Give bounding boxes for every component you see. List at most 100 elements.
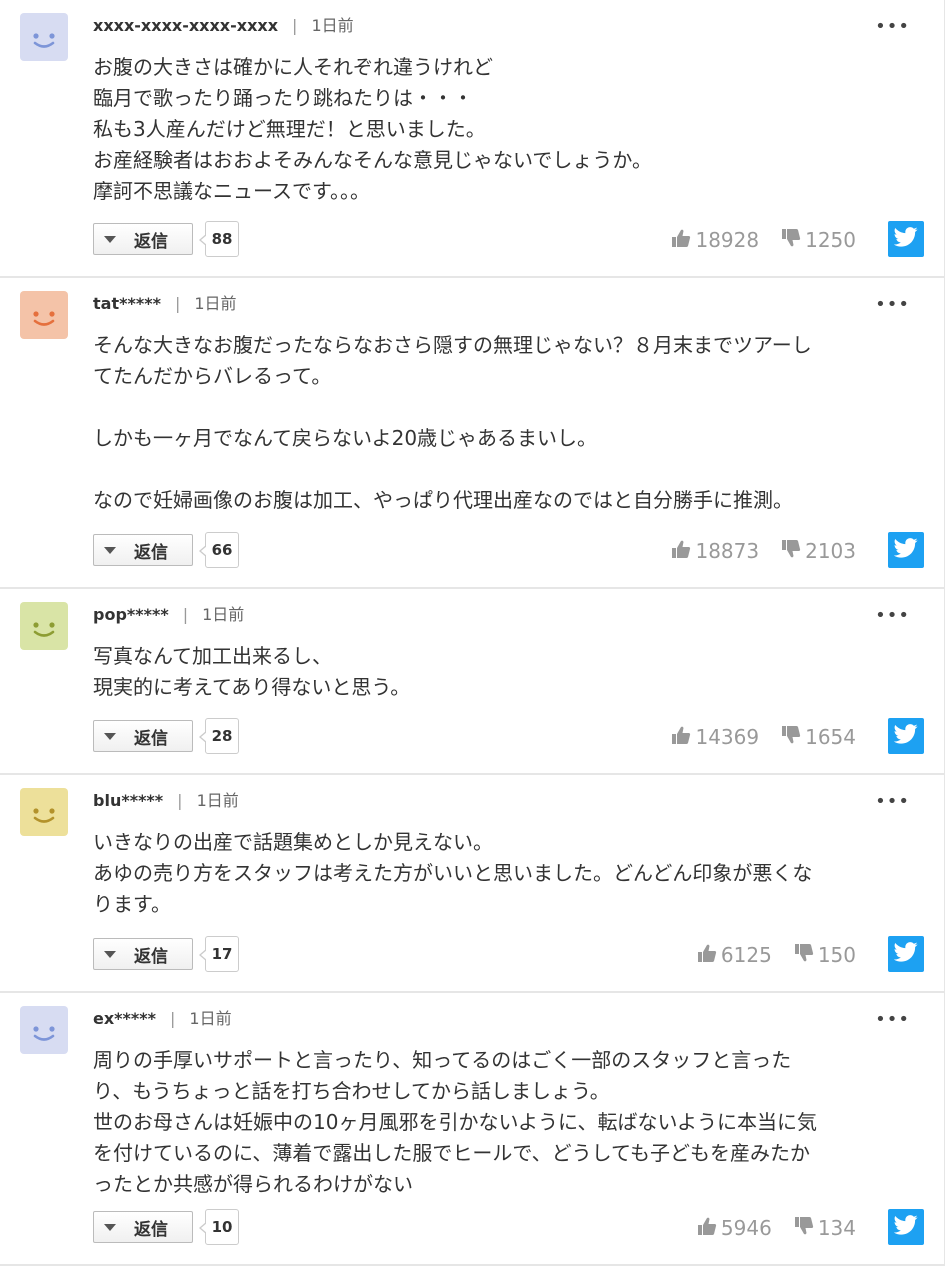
comment-text: 周りの手厚いサポートと言ったり、知ってるのはごく一部のスタッフと言った り、もう… <box>93 1048 818 1196</box>
dislike-button[interactable]: 2103 <box>781 539 856 564</box>
author-name[interactable]: ex***** <box>93 1009 156 1028</box>
comment-text: 写真なんて加工出来るし、 現実的に考えてあり得ないと思う。 <box>93 644 411 699</box>
like-button[interactable]: 18928 <box>671 228 759 253</box>
caret-down-icon <box>104 236 116 243</box>
more-options-icon[interactable]: ••• <box>875 294 910 315</box>
comment-text: いきなりの出産で話題集めとしか見えない。 あゆの売り方をスタッフは考えた方がいい… <box>93 830 813 916</box>
comment-footer: 返信 66 18873 2103 <box>93 532 924 572</box>
reply-label: 返信 <box>134 543 168 563</box>
avatar[interactable] <box>20 13 68 61</box>
twitter-icon <box>893 538 918 562</box>
like-button[interactable]: 6125 <box>697 943 772 968</box>
dislike-count: 150 <box>817 943 856 967</box>
like-count: 6125 <box>720 943 772 967</box>
thumbs-up-icon <box>671 725 695 750</box>
dislike-button[interactable]: 150 <box>794 943 856 968</box>
timestamp: 1日前 <box>194 294 237 313</box>
comment-footer: 返信 28 14369 1654 <box>93 718 924 758</box>
author-name[interactable]: xxxx-xxxx-xxxx-xxxx <box>93 16 278 35</box>
comment-footer: 返信 88 18928 1250 <box>93 221 924 261</box>
comment-item: pop***** | 1日前 ••• 写真なんて加工出来るし、 現実的に考えてあり得ない… <box>0 589 944 775</box>
thumbs-up-icon <box>671 228 695 253</box>
author-name[interactable]: pop***** <box>93 605 169 624</box>
twitter-icon <box>893 227 918 251</box>
caret-down-icon <box>104 547 116 554</box>
reply-count[interactable]: 28 <box>199 718 239 754</box>
comment-footer: 返信 17 6125 150 <box>93 936 924 976</box>
reply-button[interactable]: 返信 <box>93 534 193 566</box>
thumbs-down-icon <box>794 943 818 968</box>
vote-area: 6125 150 <box>675 939 856 971</box>
reply-label: 返信 <box>134 1220 168 1240</box>
reply-button[interactable]: 返信 <box>93 1211 193 1243</box>
like-button[interactable]: 14369 <box>671 725 759 750</box>
twitter-share-button[interactable] <box>888 1209 924 1245</box>
reply-label: 返信 <box>134 947 168 967</box>
reply-button[interactable]: 返信 <box>93 720 193 752</box>
separator: | <box>182 605 189 624</box>
author-name[interactable]: blu***** <box>93 791 163 810</box>
thumbs-down-icon <box>781 725 805 750</box>
caret-down-icon <box>104 1224 116 1231</box>
vote-area: 18873 2103 <box>649 535 856 567</box>
vote-area: 14369 1654 <box>649 721 856 753</box>
comment-header: xxxx-xxxx-xxxx-xxxx | 1日前 <box>93 14 354 38</box>
dislike-button[interactable]: 1250 <box>781 228 856 253</box>
twitter-share-button[interactable] <box>888 718 924 754</box>
reply-button[interactable]: 返信 <box>93 223 193 255</box>
separator: | <box>177 791 183 810</box>
author-name[interactable]: tat***** <box>93 294 161 313</box>
dislike-button[interactable]: 1654 <box>781 725 856 750</box>
reply-label: 返信 <box>134 729 168 749</box>
comment-text: そんな大きなお腹だったならなおさら隠すの無理じゃない？８月末までツアーし てたん… <box>93 333 812 512</box>
comment-header: ex***** | 1日前 <box>93 1007 232 1031</box>
comment-header: blu***** | 1日前 <box>93 789 239 813</box>
separator: | <box>292 16 298 35</box>
twitter-share-button[interactable] <box>888 221 924 257</box>
vote-area: 5946 134 <box>675 1212 856 1244</box>
twitter-icon <box>893 724 918 748</box>
like-count: 18928 <box>695 228 760 252</box>
comment-item: blu***** | 1日前 ••• いきなりの出産で話題集めとしか見えない。 あゆの売… <box>0 775 944 993</box>
reply-count[interactable]: 88 <box>199 221 239 257</box>
avatar[interactable] <box>20 602 68 650</box>
like-count: 5946 <box>720 1216 772 1240</box>
avatar[interactable] <box>20 1006 68 1054</box>
twitter-share-button[interactable] <box>888 532 924 568</box>
twitter-share-button[interactable] <box>888 936 924 972</box>
comment-header: tat***** | 1日前 <box>93 292 237 316</box>
reply-count[interactable]: 66 <box>199 532 239 568</box>
more-options-icon[interactable]: ••• <box>875 16 910 37</box>
thumbs-down-icon <box>781 539 805 564</box>
comment-text: お腹の大きさは確かに人それぞれ違うけれど 臨月で歌ったり踊ったり跳ねたりは・・・… <box>93 55 652 203</box>
more-options-icon[interactable]: ••• <box>875 791 910 812</box>
reply-count[interactable]: 17 <box>199 936 239 972</box>
comment-header: pop***** | 1日前 <box>93 603 244 627</box>
caret-down-icon <box>104 951 116 958</box>
comment-footer: 返信 10 5946 134 <box>93 1209 924 1249</box>
reply-button[interactable]: 返信 <box>93 938 193 970</box>
dislike-count: 1654 <box>805 725 856 749</box>
dislike-count: 1250 <box>805 228 856 252</box>
like-count: 18873 <box>695 539 760 563</box>
timestamp: 1日前 <box>196 791 239 810</box>
reply-count[interactable]: 10 <box>199 1209 239 1245</box>
dislike-button[interactable]: 134 <box>794 1216 856 1241</box>
like-button[interactable]: 18873 <box>671 539 759 564</box>
thumbs-down-icon <box>781 228 805 253</box>
avatar[interactable] <box>20 788 68 836</box>
like-button[interactable]: 5946 <box>697 1216 772 1241</box>
thumbs-up-icon <box>697 1216 721 1241</box>
timestamp: 1日前 <box>189 1009 232 1028</box>
like-count: 14369 <box>695 725 760 749</box>
more-options-icon[interactable]: ••• <box>875 605 910 626</box>
avatar[interactable] <box>20 291 68 339</box>
dislike-count: 2103 <box>805 539 856 563</box>
comment-item: xxxx-xxxx-xxxx-xxxx | 1日前 ••• お腹の大きさは確かに人それぞ… <box>0 0 944 278</box>
twitter-icon <box>893 1215 918 1239</box>
comment-item: ex***** | 1日前 ••• 周りの手厚いサポートと言ったり、知ってるのはごく一部… <box>0 993 944 1266</box>
more-options-icon[interactable]: ••• <box>875 1009 910 1030</box>
reply-label: 返信 <box>134 232 168 252</box>
timestamp: 1日前 <box>311 16 354 35</box>
separator: | <box>174 294 181 313</box>
